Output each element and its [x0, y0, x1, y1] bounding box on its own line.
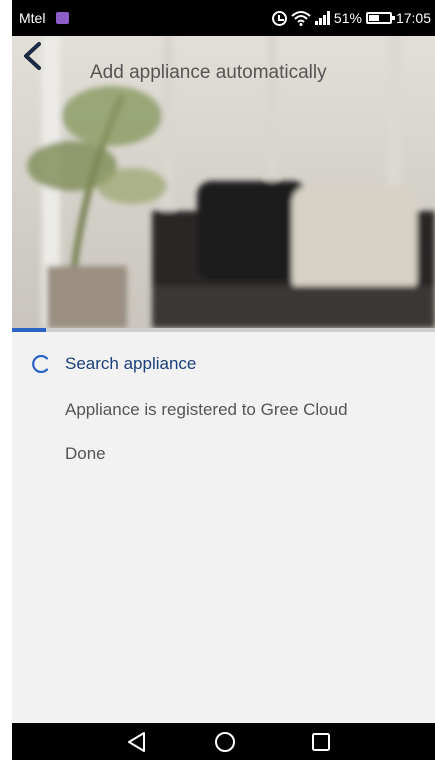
alarm-icon	[271, 10, 287, 26]
loading-spinner-icon	[32, 355, 49, 373]
header-banner: Add appliance automatically	[12, 36, 435, 328]
step-done: Done	[65, 444, 106, 463]
battery-icon	[365, 12, 395, 24]
signal-icon	[314, 11, 330, 25]
back-button[interactable]	[12, 36, 52, 76]
step-search-appliance: Search appliance	[65, 354, 197, 373]
clock: 17:05	[395, 10, 431, 26]
carrier-label: Mtel	[19, 10, 46, 26]
battery-percent: 51%	[333, 10, 362, 26]
navigation-bar	[12, 723, 435, 760]
step-registered-cloud: Appliance is registered to Gree Cloud	[65, 400, 348, 419]
wifi-icon	[291, 11, 311, 26]
progress-bar	[12, 328, 435, 332]
screen: Mtel 51% 17:05 Add appliance automatical…	[12, 0, 435, 760]
page-title: Add appliance automatically	[90, 62, 327, 83]
status-icons: 51% 17:05	[271, 0, 431, 36]
progress-fill	[12, 328, 46, 332]
recents-square-icon[interactable]	[308, 729, 334, 755]
home-circle-icon[interactable]	[212, 729, 238, 755]
app-badge-icon	[56, 12, 69, 24]
back-triangle-icon[interactable]	[124, 729, 150, 755]
status-bar: Mtel 51% 17:05	[12, 0, 435, 36]
